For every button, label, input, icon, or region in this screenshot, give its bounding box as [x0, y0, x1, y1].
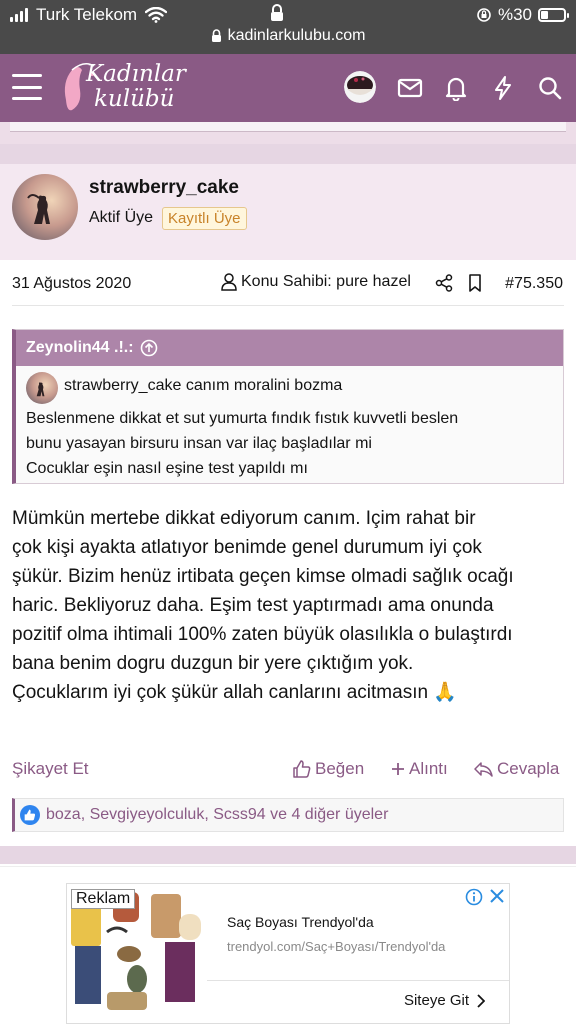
ad-label: Reklam: [71, 889, 136, 909]
avatar[interactable]: [344, 71, 376, 103]
menu-icon[interactable]: [12, 74, 42, 100]
user-icon: [221, 273, 237, 291]
post-separator: [0, 144, 576, 164]
address-bar[interactable]: kadinlarkulubu.com: [0, 27, 576, 45]
ad-url: trendyol.com/Saç+Boyası/Trendyol'da: [227, 939, 446, 954]
envelope-icon[interactable]: [397, 75, 423, 101]
message-line: haric. Bekliyoruz daha. Eşim test yaptır…: [12, 595, 494, 616]
quote-header[interactable]: Zeynolin44 .!.:: [16, 330, 563, 366]
ad-cta-button[interactable]: Siteye Git: [404, 992, 485, 1009]
message-line: çok kişi ayakta atlatıyor benimde genel …: [12, 537, 482, 558]
signal-icon: [10, 8, 28, 22]
like-button[interactable]: Beğen: [293, 759, 364, 779]
post-date[interactable]: 31 Ağustos 2020: [12, 275, 131, 293]
info-icon[interactable]: [465, 888, 483, 906]
quote-inner-text: canım moralini bozma: [185, 377, 343, 394]
ad-banner[interactable]: Reklam Saç Boyası Trendyol'da trendyol.c…: [66, 883, 510, 1024]
bell-icon[interactable]: [443, 75, 469, 101]
url-text: kadinlarkulubu.com: [227, 27, 366, 44]
divider: [12, 305, 564, 306]
status-bar: Turk Telekom %30 kadinlarkulubu.com: [0, 0, 576, 54]
message-line: bana benim dogru duzgun bir yere çıktığı…: [12, 653, 414, 674]
quote-button[interactable]: Alıntı: [391, 759, 448, 779]
thread-owner-label: Konu Sahibi: pure hazel: [241, 273, 411, 290]
orientation-lock-icon: [477, 8, 491, 22]
logo-text: Kadınlar kulübü: [86, 62, 186, 112]
message-line: Çocuklarım iyi çok şükür allah canlarını…: [12, 682, 457, 703]
site-logo[interactable]: Kadınlar kulübü: [58, 60, 218, 116]
quote-body: Beslenmene dikkat et sut yumurta fındık …: [26, 406, 555, 481]
close-icon[interactable]: [489, 888, 505, 904]
post-message: Mümkün mertebe dikkat ediyorum canım. Iç…: [12, 504, 568, 707]
divider: [207, 980, 509, 981]
message-line: şükür. Bizim henüz irtibata geçen kimse …: [12, 566, 514, 587]
reactions-text[interactable]: boza, Sevgiyeyolculuk, Scss94 ve 4 diğer…: [46, 806, 388, 824]
ad-image[interactable]: Reklam: [67, 884, 207, 1023]
arrow-up-circle-icon[interactable]: [140, 339, 158, 357]
quote-block: Zeynolin44 .!.: strawberry_cake canım mo…: [12, 329, 564, 484]
quote-line: Cocuklar eşin nasıl eşine test yapıldı m…: [26, 460, 308, 477]
report-button[interactable]: Şikayet Et: [12, 759, 89, 779]
battery-group: %30: [476, 5, 569, 25]
battery-percent: %30: [497, 5, 532, 24]
reactions-bar[interactable]: boza, Sevgiyeyolculuk, Scss94 ve 4 diğer…: [12, 798, 564, 832]
quote-inner-user[interactable]: strawberry_cake: [64, 377, 181, 394]
ad-cta-label: Siteye Git: [403, 992, 469, 1009]
avatar[interactable]: [12, 174, 78, 240]
quote-label: Alıntı: [409, 759, 448, 778]
thumbs-up-icon: [293, 760, 311, 778]
post-number[interactable]: #75.350: [505, 275, 563, 293]
lock-icon: [211, 29, 221, 42]
post-meta: 31 Ağustos 2020 Konu Sahibi: pure hazel …: [0, 264, 576, 304]
carrier-name: Turk Telekom: [36, 5, 138, 24]
carrier-group: Turk Telekom: [10, 5, 168, 25]
site-header: Kadınlar kulübü: [0, 54, 576, 122]
chevron-right-icon: [477, 993, 485, 1008]
quote-author: Zeynolin44 .!.:: [26, 339, 134, 356]
logo-line-1: Kadınlar: [86, 61, 186, 87]
like-label: Beğen: [315, 759, 365, 778]
post-user-info: strawberry_cake Aktif Üye Kayıtlı Üye: [0, 164, 576, 260]
wifi-icon: [145, 7, 168, 23]
like-icon: [20, 805, 40, 825]
avatar: [26, 372, 58, 404]
user-role: Aktif Üye: [89, 209, 154, 226]
plus-icon: [392, 763, 404, 775]
share-icon[interactable]: [435, 274, 453, 292]
battery-icon: [538, 8, 569, 22]
lock-icon: [271, 4, 283, 21]
message-line: pozitif olma ihtimali 100% zaten büyük o…: [12, 624, 513, 645]
bolt-icon[interactable]: [490, 75, 516, 101]
bookmark-icon[interactable]: [468, 274, 482, 292]
search-icon[interactable]: [537, 75, 563, 101]
ad-title[interactable]: Saç Boyası Trendyol'da: [227, 914, 374, 930]
reply-icon: [474, 762, 493, 777]
username[interactable]: strawberry_cake: [89, 177, 239, 199]
message-line: Mümkün mertebe dikkat ediyorum canım. Iç…: [12, 508, 476, 529]
reply-label: Cevapla: [497, 759, 560, 778]
user-badge: Kayıtlı Üye: [162, 207, 247, 230]
quote-line: bunu yasayan birsuru insan var ilaç başl…: [26, 435, 372, 452]
quote-line: Beslenmene dikkat et sut yumurta fındık …: [26, 410, 459, 427]
quote-inner-mention: strawberry_cake canım moralini bozma: [64, 377, 342, 395]
thread-owner: Konu Sahibi: pure hazel: [221, 273, 411, 291]
post-separator: [0, 846, 576, 864]
reply-button[interactable]: Cevapla: [473, 759, 559, 779]
divider: [0, 866, 576, 867]
previous-post-edge: [0, 122, 576, 144]
post-actions: Şikayet Et Beğen Alıntı Cevapla: [0, 754, 576, 784]
logo-line-2: kulübü: [94, 86, 175, 112]
